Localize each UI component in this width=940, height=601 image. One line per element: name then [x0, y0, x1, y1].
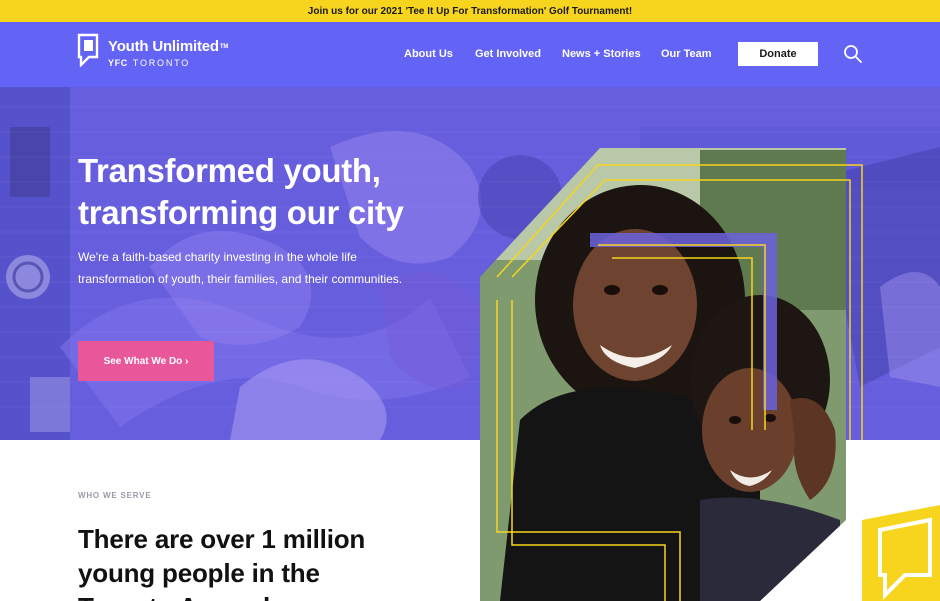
logo-subtitle: YFC TORONTO — [108, 58, 228, 68]
page: Join us for our 2021 'Tee It Up For Tran… — [0, 0, 940, 601]
logo-sub-city: TORONTO — [132, 58, 191, 68]
nav-item-our-team[interactable]: Our Team — [661, 47, 712, 61]
yellow-logo-accent-icon — [862, 505, 940, 601]
nav-item-get-involved[interactable]: Get Involved — [475, 47, 541, 61]
donate-button[interactable]: Donate — [738, 42, 818, 66]
who-we-serve-heading-line-3: Toronto Area who — [78, 590, 458, 601]
logo-text: Youth UnlimitedTM YFC TORONTO — [108, 32, 229, 69]
logo-trademark: TM — [219, 44, 229, 50]
site-header: Youth UnlimitedTM YFC TORONTO About Us Ge… — [0, 22, 940, 87]
hero-section: Transformed youth, transforming our city… — [0, 87, 940, 440]
hero-description: We're a faith-based charity investing in… — [78, 250, 403, 286]
search-icon — [844, 45, 862, 63]
announcement-bar-link[interactable]: Join us for our 2021 'Tee It Up For Tran… — [0, 0, 940, 22]
see-what-we-do-button[interactable]: See What We Do › — [78, 341, 214, 381]
who-we-serve-heading-line-2: young people in the — [78, 558, 320, 588]
nav-item-news-stories[interactable]: News + Stories — [562, 47, 641, 61]
nav-item-about-us[interactable]: About Us — [404, 47, 453, 61]
site-logo[interactable]: Youth UnlimitedTM YFC TORONTO — [77, 32, 228, 76]
who-we-serve-heading-line-1: There are over 1 million — [78, 524, 366, 554]
who-we-serve-label: WHO WE SERVE — [78, 491, 152, 500]
hero-heading-line-1: Transformed youth, — [78, 152, 381, 189]
search-button[interactable] — [843, 44, 863, 64]
logo-mark-icon — [77, 33, 99, 67]
hero-heading-line-2: transforming our city — [78, 194, 404, 231]
announcement-text: Join us for our 2021 'Tee It Up For Tran… — [307, 5, 633, 17]
logo-sub-bold: YFC — [108, 58, 128, 68]
logo-name: Youth UnlimitedTM — [108, 38, 229, 55]
who-we-serve-heading: There are over 1 million young people in… — [78, 522, 458, 601]
hero-heading: Transformed youth, transforming our city — [78, 150, 498, 234]
